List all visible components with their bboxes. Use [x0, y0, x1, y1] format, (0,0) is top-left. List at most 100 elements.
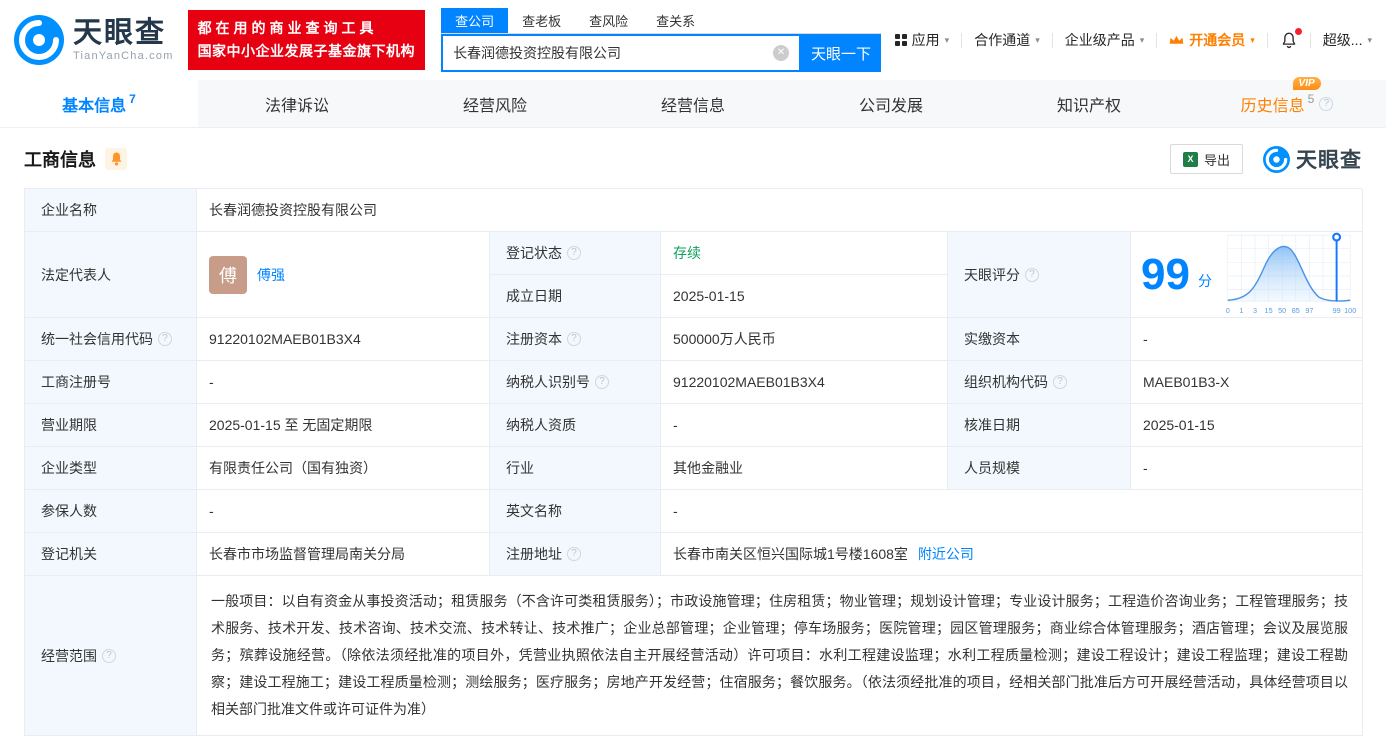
industry-value: 其他金融业 [661, 447, 948, 490]
clear-icon[interactable] [773, 45, 790, 61]
menu-enterprise-label: 企业级产品 [1064, 32, 1135, 48]
org-code-value: MAEB01B3-X [1131, 361, 1363, 404]
svg-text:100: 100 [1344, 305, 1356, 314]
help-icon[interactable] [567, 547, 581, 561]
legal-rep-label: 法定代表人 [25, 232, 197, 318]
tab-intellectual-property[interactable]: 知识产权 [990, 80, 1188, 127]
slogan-banner: 都在用的商业查询工具 国家中小企业发展子基金旗下机构 [187, 10, 426, 70]
label-text: 组织机构代码 [964, 374, 1048, 390]
tab-label: 公司发展 [858, 97, 923, 115]
approval-date-value: 2025-01-15 [1131, 404, 1363, 447]
label-text: 天眼评分 [964, 266, 1020, 283]
label-text: 注册资本 [506, 331, 562, 347]
search-tab-risk[interactable]: 查风险 [575, 8, 642, 33]
subscribe-bell[interactable] [105, 148, 127, 170]
search-tab-relation[interactable]: 查关系 [642, 8, 709, 33]
search-tab-boss[interactable]: 查老板 [508, 8, 575, 33]
brand-domain: TianYanCha.com [73, 50, 174, 62]
org-code-label: 组织机构代码 [948, 361, 1131, 404]
svg-text:85: 85 [1292, 305, 1300, 314]
search-input[interactable] [453, 45, 774, 61]
nearby-companies-link[interactable]: 附近公司 [918, 544, 974, 564]
menu-item-apps[interactable]: 应用 [894, 30, 950, 50]
help-icon[interactable] [567, 246, 581, 260]
business-scope-label: 经营范围 [25, 576, 197, 736]
table-row: 登记机关 长春市市场监督管理局南关分局 注册地址 长春市南关区恒兴国际城1号楼1… [25, 533, 1363, 576]
help-icon[interactable] [158, 332, 172, 346]
help-icon[interactable] [1025, 267, 1039, 282]
help-icon[interactable] [567, 332, 581, 346]
table-row: 统一社会信用代码 91220102MAEB01B3X4 注册资本 500000万… [25, 318, 1363, 361]
table-row: 企业名称 长春润德投资控股有限公司 [25, 189, 1363, 232]
legal-rep-link[interactable]: 傅强 [257, 265, 285, 285]
industry-label: 行业 [490, 447, 661, 490]
label-text: 注册地址 [506, 546, 562, 562]
menu-item-super-vip[interactable]: 超级... [1323, 30, 1372, 50]
tab-label: 经营风险 [462, 97, 527, 115]
tab-operation-risk[interactable]: 经营风险 [396, 80, 594, 127]
reg-number-label: 工商注册号 [25, 361, 197, 404]
company-type-value: 有限责任公司（国有独资） [197, 447, 490, 490]
search-row: 天眼一下 [441, 34, 882, 72]
help-icon[interactable] [595, 375, 609, 389]
tianyancha-logo-icon [14, 15, 64, 65]
tab-legal[interactable]: 法律诉讼 [198, 80, 396, 127]
english-name-label: 英文名称 [490, 490, 661, 533]
english-name-value: - [661, 490, 1363, 533]
help-icon[interactable] [1053, 375, 1067, 389]
help-icon[interactable] [102, 648, 116, 663]
menu-item-partners[interactable]: 合作通道 [974, 30, 1040, 50]
insured-count-label: 参保人数 [25, 490, 197, 533]
svg-text:3: 3 [1253, 305, 1257, 314]
taxpayer-quality-label: 纳税人资质 [490, 404, 661, 447]
tab-count: 7 [129, 91, 136, 106]
score-distribution-chart: 0 1 3 15 50 85 97 99 100 [1226, 232, 1356, 314]
divider [1266, 32, 1268, 48]
main-content: 工商信息 导出 天眼查 企业名称 [0, 128, 1386, 736]
tianyancha-logo-icon [1263, 145, 1290, 173]
staff-size-label: 人员规模 [948, 447, 1131, 490]
business-term-value: 2025-01-15 至 无固定期限 [197, 404, 490, 447]
reg-number-value: - [197, 361, 490, 404]
export-button[interactable]: 导出 [1169, 144, 1243, 174]
tab-operation-info[interactable]: 经营信息 [594, 80, 792, 127]
svg-text:97: 97 [1305, 305, 1313, 314]
tab-label: 经营信息 [660, 97, 725, 115]
search-area: 查公司 查老板 查风险 查关系 天眼一下 [441, 8, 882, 72]
chevron-down-icon [1367, 35, 1372, 46]
reg-capital-label: 注册资本 [490, 318, 661, 361]
reg-capital-value: 500000万人民币 [661, 318, 948, 361]
svg-text:1: 1 [1239, 305, 1243, 314]
tab-company-development[interactable]: 公司发展 [792, 80, 990, 127]
tab-basic-info[interactable]: 基本信息 7 [0, 80, 198, 127]
x-axis-labels: 0 1 3 15 50 85 97 99 100 [1226, 305, 1356, 314]
menu-item-vip[interactable]: 开通会员 [1169, 30, 1255, 50]
taxpayer-id-value: 91220102MAEB01B3X4 [661, 361, 948, 404]
credit-code-value: 91220102MAEB01B3X4 [197, 318, 490, 361]
bell-icon [111, 152, 121, 166]
help-icon[interactable] [1319, 96, 1334, 111]
page-title: 工商信息 [24, 150, 96, 170]
svg-text:0: 0 [1226, 305, 1230, 314]
tab-history-info[interactable]: 历史信息 VIP 5 [1188, 76, 1386, 127]
apps-grid-icon [894, 34, 907, 46]
company-type-label: 企业类型 [25, 447, 197, 490]
tab-label: 基本信息 [62, 97, 127, 115]
reg-authority-value: 长春市市场监督管理局南关分局 [197, 533, 490, 576]
notification-bell[interactable] [1280, 28, 1302, 50]
paid-capital-value: - [1131, 318, 1363, 361]
divider [1156, 32, 1158, 48]
avatar[interactable]: 傅 [209, 255, 247, 294]
score-unit: 分 [1197, 272, 1212, 289]
search-button[interactable]: 天眼一下 [801, 34, 882, 72]
brand-logo[interactable]: 天眼查 TianYanCha.com [14, 15, 174, 65]
menu-item-enterprise[interactable]: 企业级产品 [1065, 30, 1145, 50]
notification-dot [1294, 28, 1302, 35]
score-marker-pin [1332, 232, 1342, 242]
watermark-logo: 天眼查 [1263, 144, 1362, 174]
business-info-table: 企业名称 长春润德投资控股有限公司 法定代表人 傅 傅强 登记状态 存续 成立日… [24, 188, 1363, 736]
section-actions: 导出 天眼查 [1169, 144, 1362, 174]
chevron-down-icon [1140, 35, 1145, 46]
search-tab-company[interactable]: 查公司 [441, 8, 509, 33]
chevron-down-icon [1035, 35, 1040, 46]
